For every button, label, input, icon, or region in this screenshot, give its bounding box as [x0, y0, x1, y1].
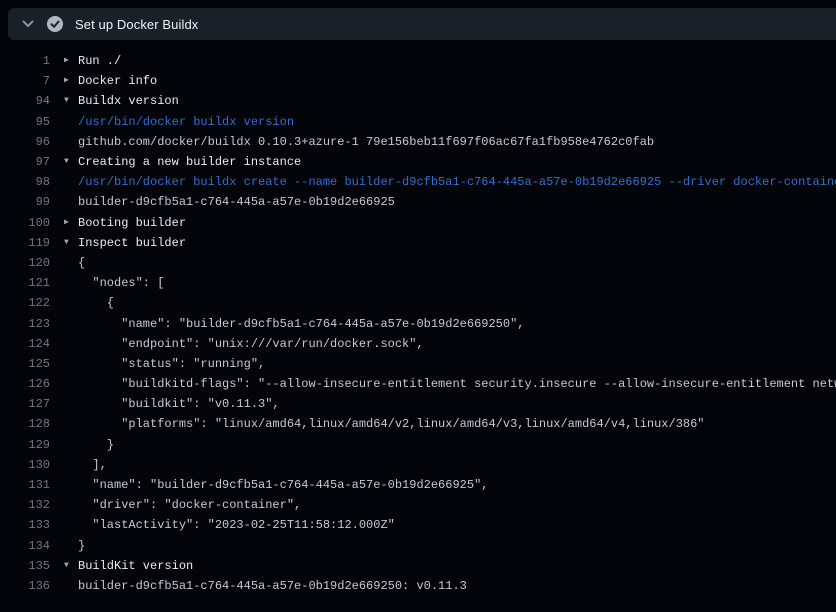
log-group-row[interactable]: 97 ▼Creating a new builder instance [0, 152, 836, 172]
log-row: 128 "platforms": "linux/amd64,linux/amd6… [0, 414, 836, 434]
line-number-link[interactable]: 99 [0, 195, 50, 209]
line-number-link[interactable]: 131 [0, 478, 50, 492]
output-text: "endpoint": "unix:///var/run/docker.sock… [78, 337, 424, 351]
collapsed-marker-icon: ▶ [64, 77, 78, 85]
log-row: 99 builder-d9cfb5a1-c764-445a-a57e-0b19d2… [0, 192, 836, 212]
log-row: 136 builder-d9cfb5a1-c764-445a-a57e-0b19d… [0, 576, 836, 596]
group-label: Buildx version [78, 94, 179, 108]
line-number-link[interactable]: 122 [0, 296, 50, 310]
log-group-row[interactable]: 94 ▼Buildx version [0, 91, 836, 111]
line-number-link[interactable]: 121 [0, 276, 50, 290]
check-circle-icon [46, 15, 64, 33]
step-header[interactable]: Set up Docker Buildx [8, 8, 836, 40]
line-number-link[interactable]: 96 [0, 135, 50, 149]
line-number-link[interactable]: 123 [0, 317, 50, 331]
command-text: /usr/bin/docker buildx create --name bui… [78, 175, 836, 189]
log-row: 124 "endpoint": "unix:///var/run/docker.… [0, 334, 836, 354]
line-number-link[interactable]: 100 [0, 216, 50, 230]
log-group-row[interactable]: 135 ▼BuildKit version [0, 556, 836, 576]
group-label: Run ./ [78, 54, 121, 68]
line-number-link[interactable]: 129 [0, 438, 50, 452]
expanded-marker-icon: ▼ [64, 239, 78, 247]
step-title: Set up Docker Buildx [75, 17, 198, 32]
line-number-link[interactable]: 126 [0, 377, 50, 391]
expanded-marker-icon: ▼ [64, 562, 78, 570]
log-row: 131 "name": "builder-d9cfb5a1-c764-445a-… [0, 475, 836, 495]
line-number-link[interactable]: 95 [0, 115, 50, 129]
log-row: 130 ], [0, 455, 836, 475]
line-number-link[interactable]: 134 [0, 539, 50, 553]
line-number-link[interactable]: 94 [0, 94, 50, 108]
log-row: 127 "buildkit": "v0.11.3", [0, 394, 836, 414]
log-row: 120 { [0, 253, 836, 273]
line-number-link[interactable]: 127 [0, 397, 50, 411]
log-row: 95/usr/bin/docker buildx version [0, 112, 836, 132]
output-text: "status": "running", [78, 357, 265, 371]
group-label: Docker info [78, 74, 157, 88]
log-row: 122 { [0, 293, 836, 313]
line-number-link[interactable]: 128 [0, 417, 50, 431]
group-label: Booting builder [78, 216, 186, 230]
line-number-link[interactable]: 98 [0, 175, 50, 189]
log-row: 129 } [0, 435, 836, 455]
command-text: /usr/bin/docker buildx version [78, 115, 294, 129]
output-text: "buildkit": "v0.11.3", [78, 397, 280, 411]
log-row: 126 "buildkitd-flags": "--allow-insecure… [0, 374, 836, 394]
log-group-row[interactable]: 1 ▶Run ./ [0, 51, 836, 71]
line-number-link[interactable]: 120 [0, 256, 50, 270]
output-text: "nodes": [ [78, 276, 164, 290]
line-number-link[interactable]: 132 [0, 498, 50, 512]
line-number-link[interactable]: 133 [0, 518, 50, 532]
output-text: } [78, 539, 85, 553]
log-row: 96 github.com/docker/buildx 0.10.3+azure-… [0, 132, 836, 152]
line-number-link[interactable]: 1 [0, 54, 50, 68]
log-group-row[interactable]: 119 ▼Inspect builder [0, 233, 836, 253]
collapsed-marker-icon: ▶ [64, 219, 78, 227]
log-row: 123 "name": "builder-d9cfb5a1-c764-445a-… [0, 313, 836, 333]
line-number-link[interactable]: 124 [0, 337, 50, 351]
log-group-row[interactable]: 7 ▶Docker info [0, 71, 836, 91]
output-text: { [78, 296, 114, 310]
line-number-link[interactable]: 135 [0, 559, 50, 573]
log-rows: 1▶Run ./7▶Docker info94▼Buildx version95… [0, 40, 836, 596]
log-row: 134} [0, 536, 836, 556]
output-text: github.com/docker/buildx 0.10.3+azure-1 … [78, 135, 654, 149]
line-number-link[interactable]: 125 [0, 357, 50, 371]
output-text: "lastActivity": "2023-02-25T11:58:12.000… [78, 518, 395, 532]
output-text: ], [78, 458, 107, 472]
log-row: 132 "driver": "docker-container", [0, 495, 836, 515]
output-text: "name": "builder-d9cfb5a1-c764-445a-a57e… [78, 478, 488, 492]
output-text: "buildkitd-flags": "--allow-insecure-ent… [78, 377, 836, 391]
log-row: 133 "lastActivity": "2023-02-25T11:58:12… [0, 515, 836, 535]
line-number-link[interactable]: 119 [0, 236, 50, 250]
log-row: 121 "nodes": [ [0, 273, 836, 293]
line-number-link[interactable]: 136 [0, 579, 50, 593]
log-row: 98/usr/bin/docker buildx create --name b… [0, 172, 836, 192]
group-label: BuildKit version [78, 559, 193, 573]
output-text: builder-d9cfb5a1-c764-445a-a57e-0b19d2e6… [78, 195, 395, 209]
expanded-marker-icon: ▼ [64, 158, 78, 166]
output-text: { [78, 256, 85, 270]
output-text: } [78, 438, 114, 452]
output-text: "name": "builder-d9cfb5a1-c764-445a-a57e… [78, 317, 524, 331]
expanded-marker-icon: ▼ [64, 97, 78, 105]
chevron-down-icon[interactable] [20, 16, 36, 32]
output-text: builder-d9cfb5a1-c764-445a-a57e-0b19d2e6… [78, 579, 467, 593]
output-text: "driver": "docker-container", [78, 498, 301, 512]
group-label: Creating a new builder instance [78, 155, 301, 169]
line-number-link[interactable]: 130 [0, 458, 50, 472]
output-text: "platforms": "linux/amd64,linux/amd64/v2… [78, 417, 705, 431]
collapsed-marker-icon: ▶ [64, 57, 78, 65]
log-row: 125 "status": "running", [0, 354, 836, 374]
line-number-link[interactable]: 7 [0, 74, 50, 88]
line-number-link[interactable]: 97 [0, 155, 50, 169]
group-label: Inspect builder [78, 236, 186, 250]
log-group-row[interactable]: 100 ▶Booting builder [0, 213, 836, 233]
